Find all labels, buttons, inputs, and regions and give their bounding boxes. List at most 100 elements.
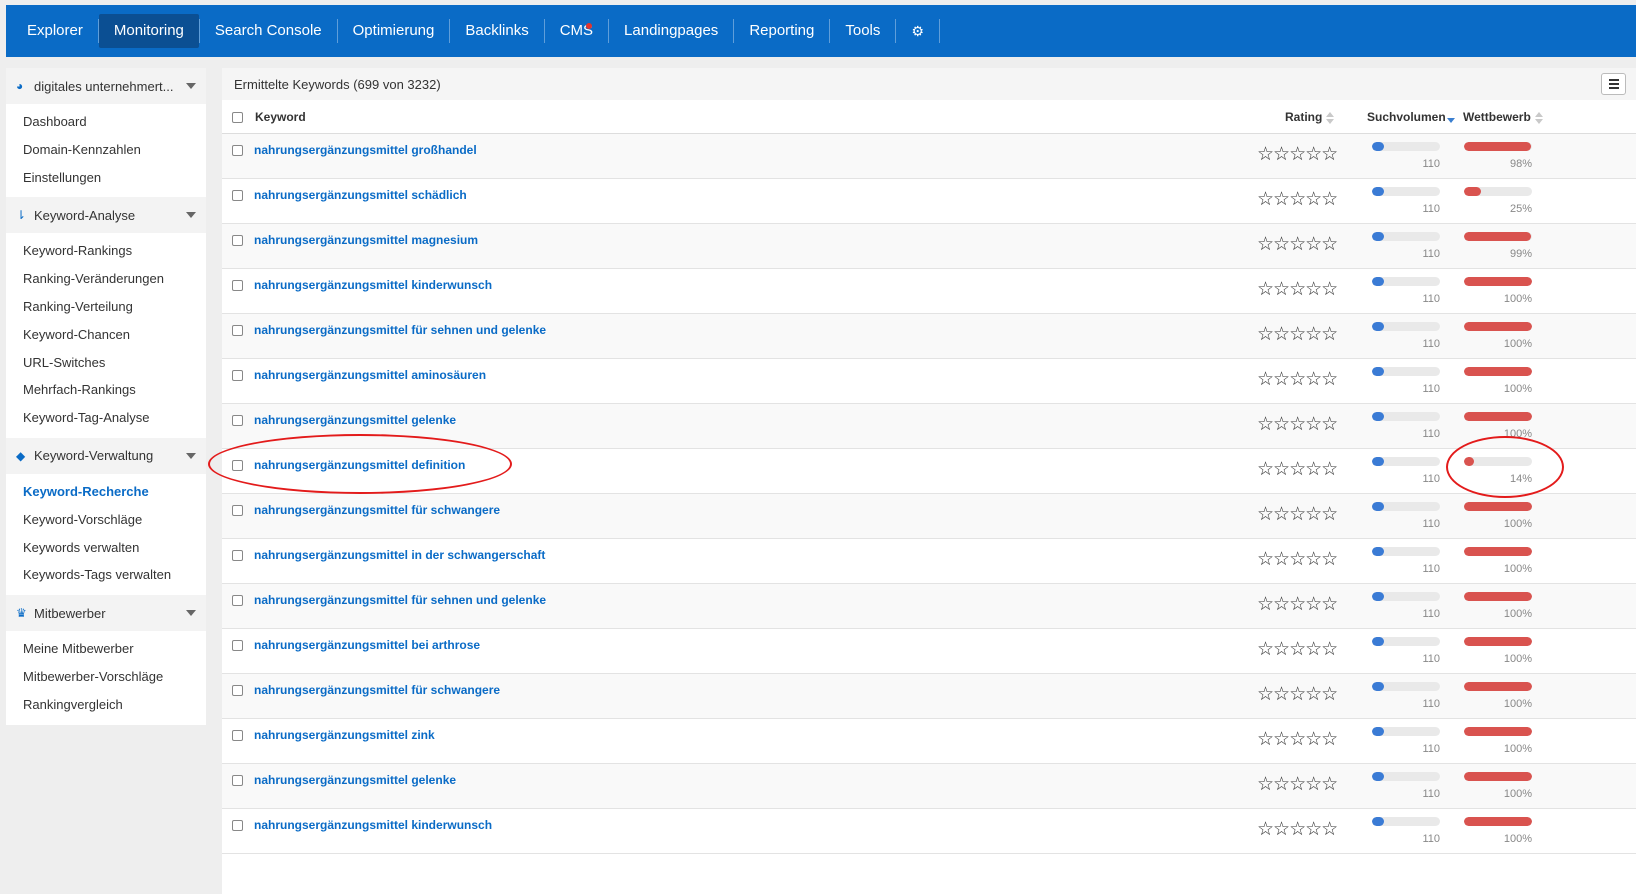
sidebar-item-rankingvergleich[interactable]: Rankingvergleich [6, 691, 206, 719]
search-volume-bar-fill [1372, 817, 1385, 826]
competition-bar-fill [1464, 637, 1532, 646]
keyword-link[interactable]: nahrungsergänzungsmittel für schwangere [254, 503, 500, 517]
keyword-link[interactable]: nahrungsergänzungsmittel bei arthrose [254, 638, 480, 652]
keyword-link[interactable]: nahrungsergänzungsmittel in der schwange… [254, 548, 545, 562]
rating-stars[interactable]: ☆☆☆☆☆ [1257, 502, 1338, 526]
row-checkbox[interactable] [232, 775, 243, 786]
keyword-link[interactable]: nahrungsergänzungsmittel kinderwunsch [254, 278, 492, 292]
search-volume-value: 110 [1422, 428, 1440, 440]
row-checkbox[interactable] [232, 595, 243, 606]
keyword-link[interactable]: nahrungsergänzungsmittel für sehnen und … [254, 593, 546, 607]
search-volume-cell: 110 [1372, 682, 1440, 710]
select-all-checkbox[interactable] [232, 112, 243, 123]
row-checkbox[interactable] [232, 820, 243, 831]
row-checkbox[interactable] [232, 235, 243, 246]
sidebar-item-dashboard[interactable]: Dashboard [6, 108, 206, 136]
trophy-icon: ♛ [16, 606, 27, 621]
nav-landingpages[interactable]: Landingpages [609, 14, 733, 48]
sidebar-item-keyword-rankings[interactable]: Keyword-Rankings [6, 237, 206, 265]
column-header-rating[interactable]: Rating [1285, 100, 1335, 134]
competition-cell: 100% [1464, 412, 1532, 440]
menu-icon[interactable] [1601, 73, 1626, 95]
column-header-keyword[interactable]: Keyword [255, 100, 306, 134]
rating-stars[interactable]: ☆☆☆☆☆ [1257, 232, 1338, 256]
keyword-link[interactable]: nahrungsergänzungsmittel gelenke [254, 773, 456, 787]
sidebar-item-ranking-veraenderungen[interactable]: Ranking-Veränderungen [6, 265, 206, 293]
search-volume-bar [1372, 592, 1440, 601]
nav-tools[interactable]: Tools [830, 14, 895, 48]
rating-stars[interactable]: ☆☆☆☆☆ [1257, 322, 1338, 346]
sidebar-item-mitbewerber-vorschlaege[interactable]: Mitbewerber-Vorschläge [6, 663, 206, 691]
row-checkbox[interactable] [232, 505, 243, 516]
rating-stars[interactable]: ☆☆☆☆☆ [1257, 637, 1338, 661]
sidebar-item-keywords-verwalten[interactable]: Keywords verwalten [6, 534, 206, 562]
nav-explorer[interactable]: Explorer [12, 14, 98, 48]
nav-monitoring[interactable]: Monitoring [98, 14, 199, 48]
search-volume-bar-fill [1372, 502, 1385, 511]
keyword-link[interactable]: nahrungsergänzungsmittel schädlich [254, 188, 467, 202]
rating-stars[interactable]: ☆☆☆☆☆ [1257, 187, 1338, 211]
column-header-volume[interactable]: Suchvolumen [1367, 100, 1455, 134]
search-volume-bar-fill [1372, 187, 1385, 196]
keyword-link[interactable]: nahrungsergänzungsmittel kinderwunsch [254, 818, 492, 832]
rating-stars[interactable]: ☆☆☆☆☆ [1257, 547, 1338, 571]
competition-cell: 14% [1464, 457, 1532, 485]
search-volume-cell: 110 [1372, 277, 1440, 305]
sidebar-item-keyword-vorschlaege[interactable]: Keyword-Vorschläge [6, 506, 206, 534]
nav-cms[interactable]: CMS [545, 14, 608, 48]
row-checkbox[interactable] [232, 280, 243, 291]
sidebar-section-keyword-verwaltung[interactable]: ◆ Keyword-Verwaltung [6, 437, 206, 474]
keyword-link[interactable]: nahrungsergänzungsmittel magnesium [254, 233, 478, 247]
sidebar-item-einstellungen[interactable]: Einstellungen [6, 164, 206, 192]
row-checkbox[interactable] [232, 640, 243, 651]
row-checkbox[interactable] [232, 325, 243, 336]
rating-stars[interactable]: ☆☆☆☆☆ [1257, 367, 1338, 391]
sidebar-item-domain-kennzahlen[interactable]: Domain-Kennzahlen [6, 136, 206, 164]
row-checkbox[interactable] [232, 145, 243, 156]
keyword-link[interactable]: nahrungsergänzungsmittel für schwangere [254, 683, 500, 697]
row-checkbox[interactable] [232, 190, 243, 201]
row-checkbox[interactable] [232, 370, 243, 381]
sidebar-section-mitbewerber[interactable]: ♛ Mitbewerber [6, 595, 206, 632]
rating-stars[interactable]: ☆☆☆☆☆ [1257, 457, 1338, 481]
sidebar-item-keywords-tags-verwalten[interactable]: Keywords-Tags verwalten [6, 561, 206, 589]
sidebar-item-keyword-tag-analyse[interactable]: Keyword-Tag-Analyse [6, 404, 206, 432]
sidebar-section-project[interactable]: ◕ digitales unternehmert... [6, 68, 206, 104]
sidebar-item-mehrfach-rankings[interactable]: Mehrfach-Rankings [6, 376, 206, 404]
column-header-competition[interactable]: Wettbewerb [1463, 100, 1543, 134]
search-volume-bar [1372, 547, 1440, 556]
nav-optimierung[interactable]: Optimierung [338, 14, 450, 48]
keyword-link[interactable]: nahrungsergänzungsmittel zink [254, 728, 435, 742]
rating-stars[interactable]: ☆☆☆☆☆ [1257, 412, 1338, 436]
keyword-link[interactable]: nahrungsergänzungsmittel für sehnen und … [254, 323, 546, 337]
rating-stars[interactable]: ☆☆☆☆☆ [1257, 817, 1338, 841]
keyword-link[interactable]: nahrungsergänzungsmittel großhandel [254, 143, 477, 157]
gear-icon[interactable]: ⚙ [896, 14, 939, 48]
row-checkbox[interactable] [232, 685, 243, 696]
rating-stars[interactable]: ☆☆☆☆☆ [1257, 727, 1338, 751]
nav-search-console[interactable]: Search Console [200, 14, 337, 48]
row-checkbox[interactable] [232, 460, 243, 471]
rating-stars[interactable]: ☆☆☆☆☆ [1257, 142, 1338, 166]
rating-stars[interactable]: ☆☆☆☆☆ [1257, 772, 1338, 796]
nav-backlinks[interactable]: Backlinks [450, 14, 543, 48]
rating-stars[interactable]: ☆☆☆☆☆ [1257, 682, 1338, 706]
sidebar-section-keyword-analyse[interactable]: ⇂ Keyword-Analyse [6, 197, 206, 234]
rating-stars[interactable]: ☆☆☆☆☆ [1257, 277, 1338, 301]
nav-reporting[interactable]: Reporting [734, 14, 829, 48]
keyword-link[interactable]: nahrungsergänzungsmittel gelenke [254, 413, 456, 427]
rating-stars[interactable]: ☆☆☆☆☆ [1257, 592, 1338, 616]
sidebar-item-keyword-chancen[interactable]: Keyword-Chancen [6, 321, 206, 349]
keyword-link[interactable]: nahrungsergänzungsmittel aminosäuren [254, 368, 486, 382]
row-checkbox[interactable] [232, 730, 243, 741]
search-volume-bar-fill [1372, 682, 1385, 691]
sidebar-item-ranking-verteilung[interactable]: Ranking-Verteilung [6, 293, 206, 321]
competition-cell: 100% [1464, 772, 1532, 800]
sidebar-item-meine-mitbewerber[interactable]: Meine Mitbewerber [6, 635, 206, 663]
row-checkbox[interactable] [232, 415, 243, 426]
row-checkbox[interactable] [232, 550, 243, 561]
competition-bar [1464, 142, 1532, 151]
keyword-link[interactable]: nahrungsergänzungsmittel definition [254, 458, 465, 472]
sidebar-item-url-switches[interactable]: URL-Switches [6, 349, 206, 377]
sidebar-item-keyword-recherche[interactable]: Keyword-Recherche [6, 478, 206, 506]
